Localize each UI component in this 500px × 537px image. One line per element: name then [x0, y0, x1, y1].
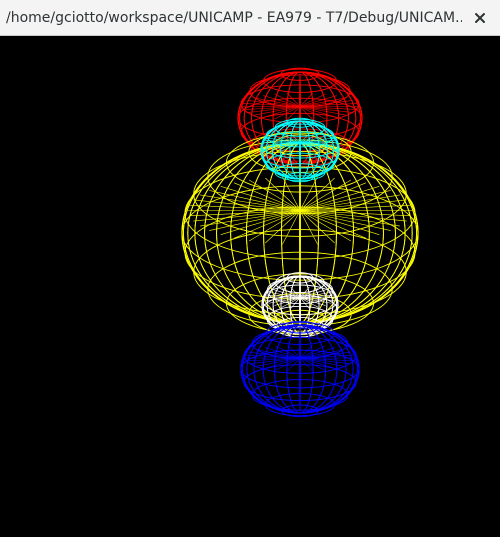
close-icon [475, 13, 485, 23]
yellow-sphere-spoke [299, 210, 367, 239]
yellow-sphere-spoke [299, 190, 391, 211]
blue-sphere [240, 320, 360, 418]
wireframe-scene [181, 67, 419, 418]
yellow-sphere-spoke [209, 210, 301, 231]
opengl-canvas[interactable] [0, 36, 500, 537]
yellow-sphere-spoke [233, 210, 301, 239]
window-titlebar[interactable]: /home/gciotto/workspace/UNICAMP - EA979 … [0, 0, 500, 36]
app-window: /home/gciotto/workspace/UNICAMP - EA979 … [0, 0, 500, 537]
close-button[interactable] [468, 6, 492, 30]
yellow-sphere-spoke [299, 210, 391, 231]
window-title: /home/gciotto/workspace/UNICAMP - EA979 … [6, 10, 462, 26]
yellow-sphere-spoke [209, 190, 301, 211]
